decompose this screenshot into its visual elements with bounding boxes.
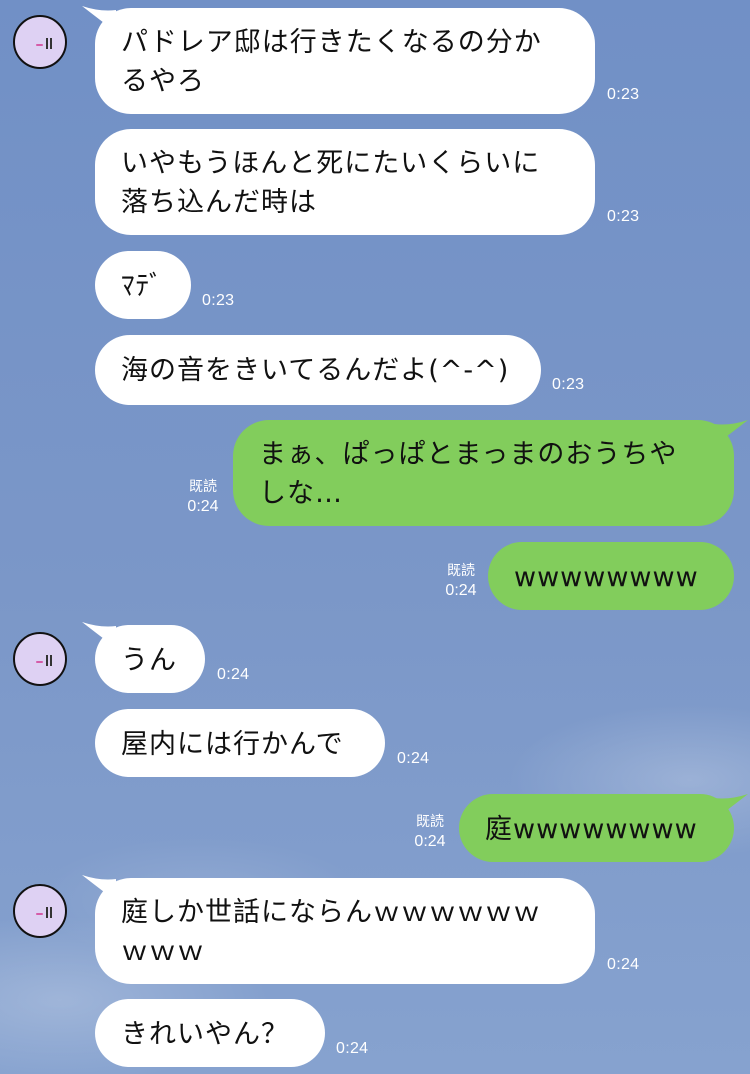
message-bubble[interactable]: ﾏﾃﾞ [95, 251, 191, 319]
read-receipt: 既読 0:24 [414, 814, 446, 850]
message-time: 0:24 [607, 956, 640, 973]
message-bubble[interactable]: パドレア邸は行きたくなるの分か るやろ [95, 8, 595, 114]
avatar[interactable] [13, 884, 67, 938]
message-time: 0:23 [607, 208, 640, 225]
read-receipt: 既読 0:24 [445, 563, 477, 599]
avatar[interactable] [13, 15, 67, 69]
message-bubble[interactable]: wwwwwwww [488, 542, 734, 610]
message-bubble[interactable]: いやもうほんと死にたいくらいに 落ち込んだ時は [95, 129, 595, 235]
message-time: 0:24 [336, 1040, 369, 1057]
message-bubble[interactable]: まぁ、ぱっぱとまっまのおうちや しな… [233, 420, 734, 526]
message-bubble[interactable]: きれいやん？ [95, 999, 325, 1067]
bubble-tail [714, 794, 748, 820]
message-time: 0:24 [397, 750, 430, 767]
message-bubble[interactable]: 庭しか世話にならんｗｗｗｗｗｗ ｗｗｗ [95, 878, 595, 984]
message-bubble[interactable]: 海の音をきいてるんだよ(^-^) [95, 335, 541, 405]
message-time: 0:23 [202, 292, 235, 309]
read-receipt: 既読 0:24 [187, 479, 219, 515]
message-time: 0:23 [607, 86, 640, 103]
message-bubble[interactable]: 屋内には行かんで [95, 709, 385, 777]
message-time: 0:24 [217, 666, 250, 683]
message-time: 0:23 [552, 376, 585, 393]
avatar[interactable] [13, 632, 67, 686]
message-bubble[interactable]: うん [95, 625, 205, 693]
message-bubble[interactable]: 庭wwwwwwww [459, 794, 734, 862]
bubble-tail [714, 420, 748, 446]
